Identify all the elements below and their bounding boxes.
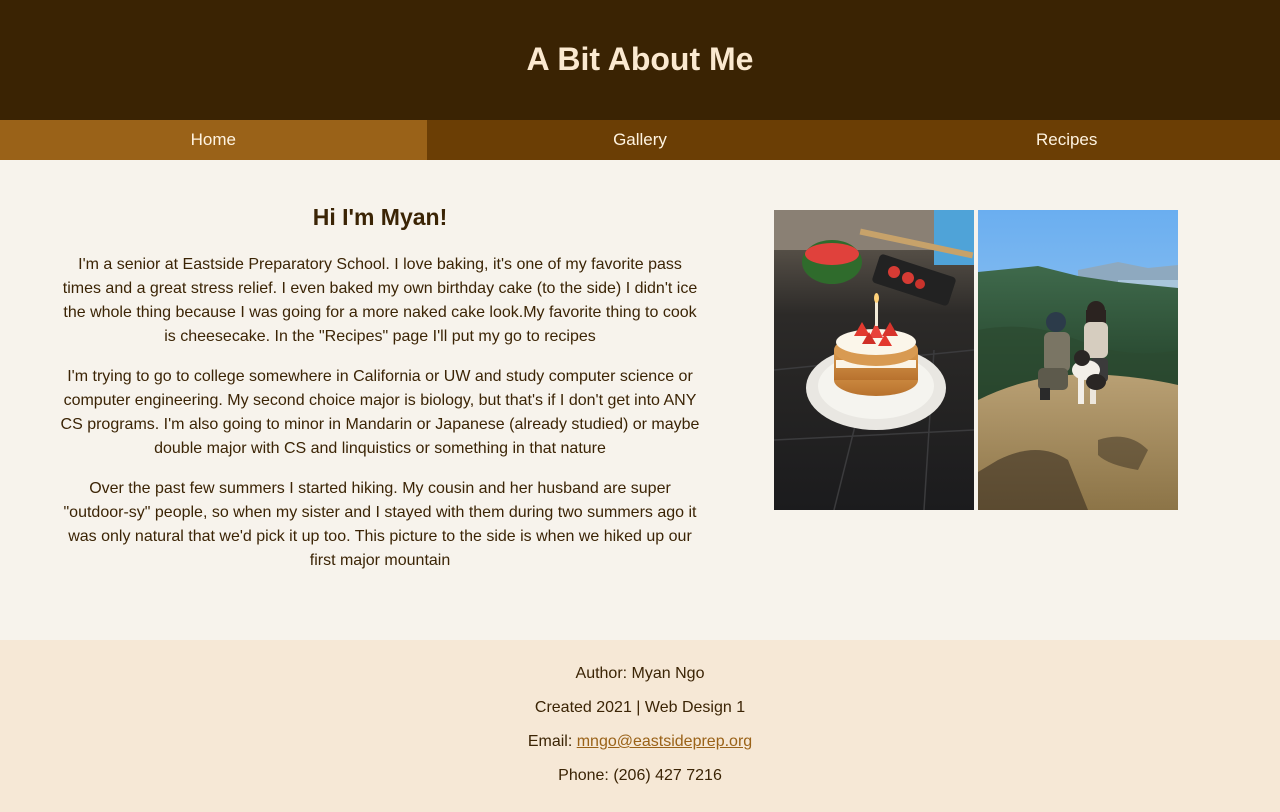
site-header: A Bit About Me — [0, 0, 1280, 120]
college-paragraph: I'm trying to go to college somewhere in… — [60, 368, 700, 457]
birthday-cake-photo — [774, 210, 974, 510]
intro-heading: Hi I'm Myan! — [312, 204, 448, 230]
author-line: Author: Myan Ngo — [575, 665, 705, 682]
site-footer: Author: Myan Ngo Created 2021 | Web Desi… — [0, 640, 1280, 812]
main-content: Hi I'm Myan! I'm a senior at Eastside Pr… — [0, 160, 1280, 640]
hiking-paragraph: Over the past few summers I started hiki… — [63, 480, 697, 569]
email-link[interactable]: mngo@eastsideprep.org — [577, 733, 752, 750]
photo-column — [760, 204, 1178, 640]
hiking-mountain-photo — [978, 210, 1178, 510]
main-nav: Home Gallery Recipes — [0, 120, 1280, 160]
nav-item-home[interactable]: Home — [0, 120, 427, 160]
baking-paragraph: I'm a senior at Eastside Preparatory Sch… — [62, 256, 698, 345]
nav-item-recipes[interactable]: Recipes — [853, 120, 1280, 160]
email-line: Email: mngo@eastsideprep.org — [0, 732, 1280, 752]
created-line: Created 2021 | Web Design 1 — [534, 699, 746, 716]
email-label: Email: — [527, 733, 577, 750]
intro-section: Hi I'm Myan! I'm a senior at Eastside Pr… — [0, 204, 760, 640]
page-title: A Bit About Me — [526, 40, 754, 77]
phone-line: Phone: (206) 427 7216 — [558, 767, 722, 784]
nav-item-gallery[interactable]: Gallery — [427, 120, 854, 160]
